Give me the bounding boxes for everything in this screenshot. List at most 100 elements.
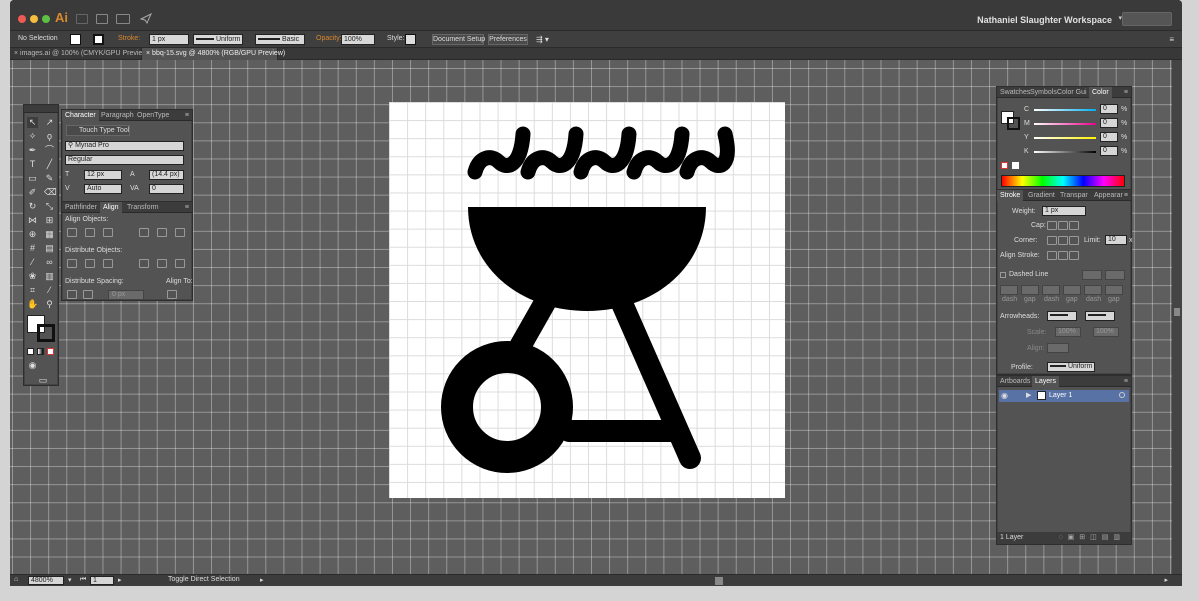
bevel-join-icon[interactable] bbox=[1069, 236, 1079, 245]
target-icon[interactable] bbox=[1119, 392, 1125, 398]
search-input[interactable] bbox=[1122, 12, 1172, 26]
align-center-h-icon[interactable] bbox=[85, 228, 95, 237]
slice-tool-icon[interactable]: ⁄ bbox=[44, 285, 55, 296]
tab-bbq-svg[interactable]: × bbq-15.svg @ 4800% (RGB/GPU Preview) bbox=[142, 48, 285, 60]
spacing-v-icon[interactable] bbox=[67, 290, 77, 299]
direct-selection-tool-icon[interactable]: ↗ bbox=[44, 117, 55, 128]
arrow-end-scale-field[interactable]: 100% bbox=[1093, 327, 1119, 337]
close-window-button[interactable] bbox=[18, 15, 26, 23]
column-graph-tool-icon[interactable]: ▥ bbox=[44, 271, 55, 282]
panel-menu-icon[interactable]: ≡ bbox=[1121, 87, 1131, 98]
stroke-weight-field[interactable]: 1 px bbox=[149, 34, 189, 45]
panel-menu-icon[interactable]: ≡ bbox=[182, 202, 192, 213]
stock-icon[interactable] bbox=[96, 14, 108, 24]
tracking-field[interactable]: 0 bbox=[149, 184, 184, 194]
distribute-left-icon[interactable] bbox=[139, 259, 149, 268]
bridge-icon[interactable] bbox=[76, 14, 88, 24]
status-arrow-icon[interactable]: ▸ bbox=[260, 576, 264, 584]
magenta-field[interactable]: 0 bbox=[1100, 118, 1118, 128]
tab-character[interactable]: Character bbox=[62, 110, 99, 121]
panel-menu-icon[interactable]: ≡ bbox=[182, 110, 192, 121]
arrange-documents-icon[interactable] bbox=[116, 14, 130, 24]
tab-color[interactable]: Color bbox=[1089, 87, 1112, 98]
projecting-cap-icon[interactable] bbox=[1069, 221, 1079, 230]
eyedropper-tool-icon[interactable]: ⁄ bbox=[27, 257, 38, 268]
symbol-sprayer-tool-icon[interactable]: ❀ bbox=[27, 271, 38, 282]
panel-menu-icon[interactable]: ≡ bbox=[1169, 35, 1174, 44]
font-style-field[interactable]: Regular bbox=[65, 155, 184, 165]
tab-paragraph[interactable]: Paragraph bbox=[98, 110, 137, 121]
stroke-label[interactable]: Stroke: bbox=[118, 35, 140, 42]
tab-artboards[interactable]: Artboards bbox=[997, 376, 1033, 387]
graphic-style-swatch[interactable] bbox=[405, 34, 416, 45]
align-center-v-icon[interactable] bbox=[157, 228, 167, 237]
align-to-selection-icon[interactable] bbox=[167, 290, 177, 299]
weight-field[interactable]: 1 px bbox=[1042, 206, 1086, 216]
tab-gradient[interactable]: Gradient bbox=[1025, 190, 1058, 201]
next-artboard-icon[interactable]: ▸ bbox=[118, 576, 122, 584]
send-icon[interactable] bbox=[140, 13, 152, 24]
shape-builder-tool-icon[interactable]: ⊕ bbox=[27, 229, 38, 240]
gradient-mode-icon[interactable] bbox=[37, 348, 44, 355]
tab-color-guide[interactable]: Color Gui bbox=[1054, 87, 1090, 98]
spacing-h-icon[interactable] bbox=[83, 290, 93, 299]
hand-tool-icon[interactable]: ✋ bbox=[27, 299, 38, 310]
butt-cap-icon[interactable] bbox=[1047, 221, 1057, 230]
align-top-icon[interactable] bbox=[139, 228, 149, 237]
miter-join-icon[interactable] bbox=[1047, 236, 1057, 245]
distribute-center-h-icon[interactable] bbox=[157, 259, 167, 268]
zoom-tool-icon[interactable]: ⚲ bbox=[44, 299, 55, 310]
fill-swatch[interactable] bbox=[70, 34, 81, 45]
line-tool-icon[interactable]: ╱ bbox=[44, 159, 55, 170]
pen-tool-icon[interactable]: ✒ bbox=[27, 145, 38, 156]
stroke-color-icon[interactable] bbox=[1007, 117, 1020, 130]
first-artboard-icon[interactable]: ⏮ bbox=[80, 576, 86, 584]
round-cap-icon[interactable] bbox=[1058, 221, 1068, 230]
color-mode-icon[interactable] bbox=[27, 348, 34, 355]
start-arrowhead-select[interactable] bbox=[1047, 311, 1077, 321]
mesh-tool-icon[interactable]: # bbox=[27, 243, 38, 254]
gap-field-2[interactable] bbox=[1063, 285, 1081, 295]
panel-menu-icon[interactable]: ≡ bbox=[1121, 376, 1131, 387]
magenta-slider[interactable] bbox=[1034, 123, 1096, 125]
dash-align-icon[interactable] bbox=[1105, 270, 1125, 280]
layer-row[interactable]: ◉ ▶ Layer 1 bbox=[999, 390, 1129, 402]
free-transform-tool-icon[interactable]: ⊞ bbox=[44, 215, 55, 226]
distribute-top-icon[interactable] bbox=[67, 259, 77, 268]
document-setup-button[interactable]: Document Setup bbox=[432, 34, 485, 45]
chevron-down-icon[interactable]: ▾ bbox=[68, 576, 72, 584]
none-mode-icon[interactable] bbox=[47, 348, 54, 355]
cyan-field[interactable]: 0 bbox=[1100, 104, 1118, 114]
white-swatch[interactable] bbox=[1012, 162, 1019, 169]
brush-definition[interactable]: Basic bbox=[255, 34, 305, 45]
scroll-thumb[interactable] bbox=[1174, 308, 1180, 316]
rectangle-tool-icon[interactable]: ▭ bbox=[27, 173, 38, 184]
type-tool-icon[interactable]: T bbox=[27, 159, 38, 170]
perspective-grid-tool-icon[interactable]: ▦ bbox=[44, 229, 55, 240]
curvature-tool-icon[interactable]: ⌒ bbox=[44, 145, 55, 156]
expand-arrow-icon[interactable]: ▶ bbox=[1026, 391, 1031, 399]
gap-field-1[interactable] bbox=[1021, 285, 1039, 295]
scroll-right-icon[interactable]: ▸ bbox=[1164, 576, 1168, 584]
black-field[interactable]: 0 bbox=[1100, 146, 1118, 156]
arrow-align-icon[interactable] bbox=[1047, 343, 1069, 353]
artboard[interactable] bbox=[389, 102, 785, 498]
layer-name[interactable]: Layer 1 bbox=[1049, 392, 1072, 399]
vertical-scrollbar[interactable] bbox=[1172, 60, 1182, 574]
profile-select[interactable]: Uniform bbox=[1047, 362, 1095, 372]
width-tool-icon[interactable]: ⋈ bbox=[27, 215, 38, 226]
end-arrowhead-select[interactable] bbox=[1085, 311, 1115, 321]
touch-type-tool-button[interactable]: Touch Type Tool bbox=[66, 125, 130, 136]
dash-field-1[interactable] bbox=[1000, 285, 1018, 295]
artboard-tool-icon[interactable]: ⌗ bbox=[27, 285, 38, 296]
dash-preserve-icon[interactable] bbox=[1082, 270, 1102, 280]
distribute-center-v-icon[interactable] bbox=[85, 259, 95, 268]
selection-tool-icon[interactable]: ↖ bbox=[27, 117, 38, 128]
tab-pathfinder[interactable]: Pathfinder bbox=[62, 202, 100, 213]
yellow-slider[interactable] bbox=[1034, 137, 1096, 139]
zoom-field[interactable]: 4800% bbox=[28, 576, 64, 585]
arrow-start-scale-field[interactable]: 100% bbox=[1055, 327, 1081, 337]
preferences-button[interactable]: Preferences bbox=[488, 34, 528, 45]
shaper-tool-icon[interactable]: ✐ bbox=[27, 187, 38, 198]
align-stroke-inside-icon[interactable] bbox=[1058, 251, 1068, 260]
